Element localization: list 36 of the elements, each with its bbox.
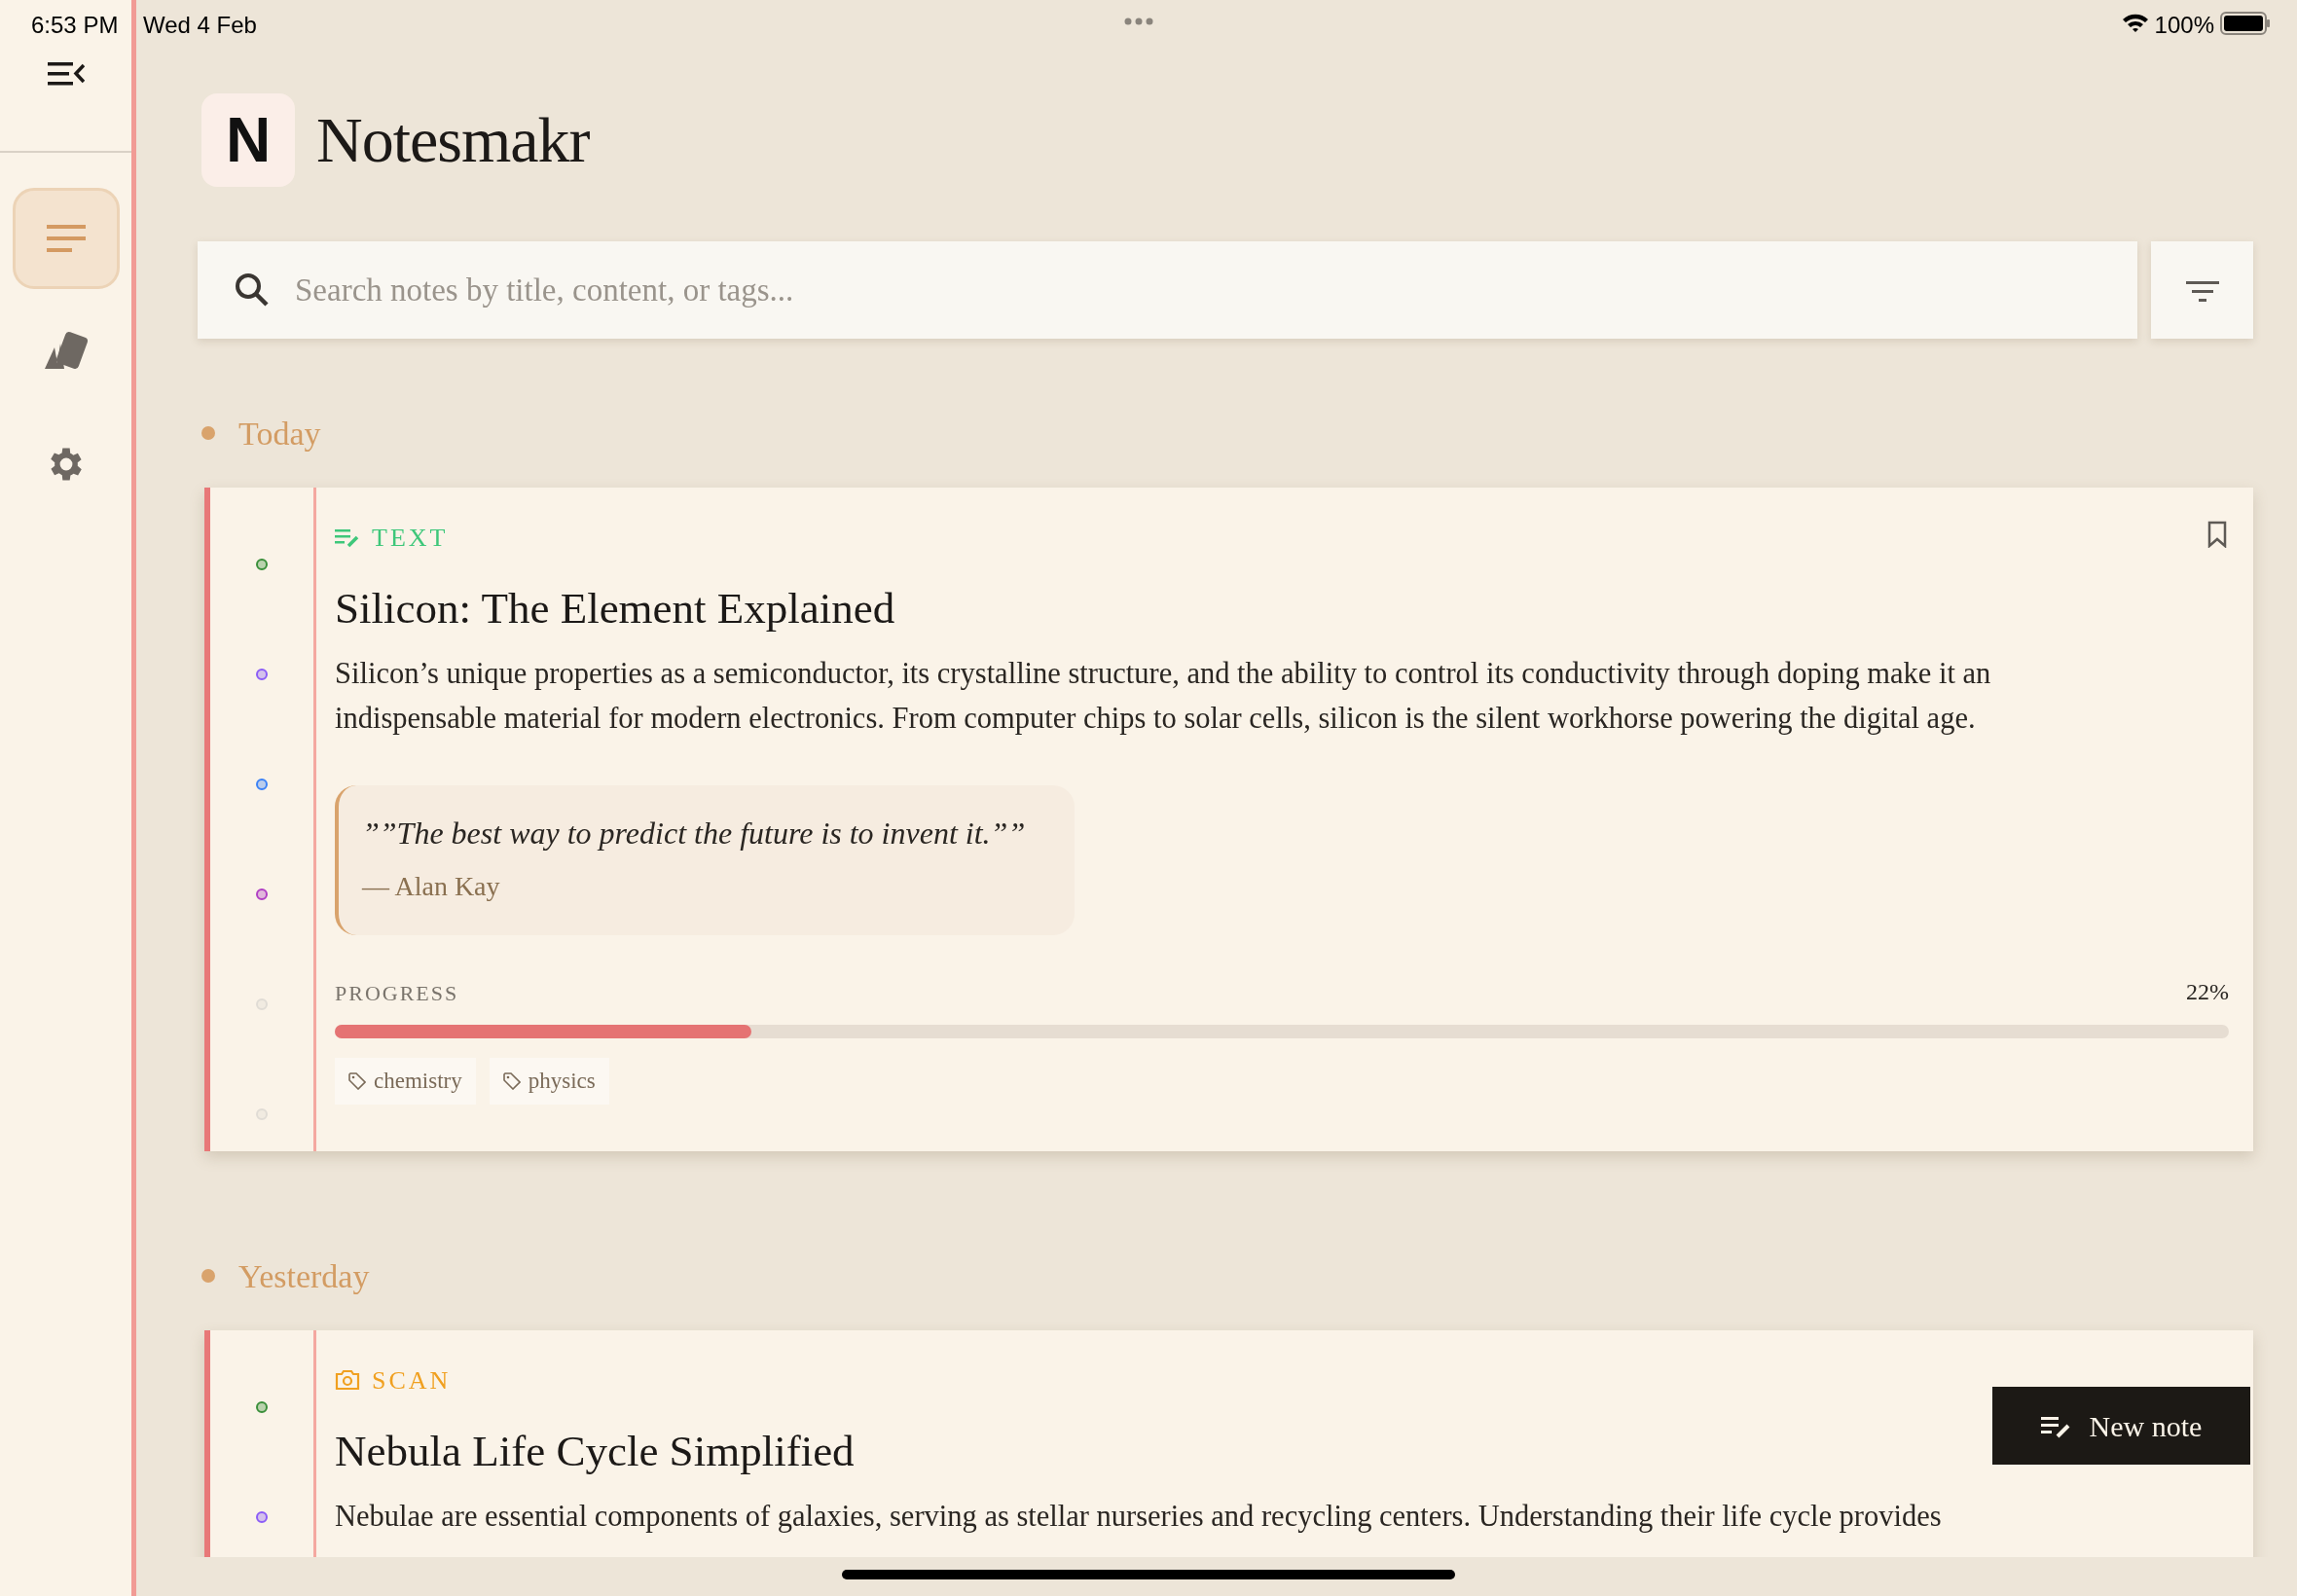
- camera-icon: [335, 1369, 360, 1391]
- app-logo: N: [201, 93, 295, 187]
- wifi-icon: [2122, 12, 2149, 33]
- status-time: 6:53 PM: [31, 11, 119, 40]
- note-title: Nebula Life Cycle Simplified: [335, 1426, 855, 1477]
- battery-icon: [2220, 12, 2271, 35]
- battery-percentage: 100%: [2154, 11, 2214, 40]
- note-title: Silicon: The Element Explained: [335, 583, 895, 635]
- search-icon: [235, 272, 270, 308]
- filter-icon: [2185, 278, 2219, 302]
- status-date: Wed 4 Feb: [143, 11, 257, 40]
- new-note-button[interactable]: New note: [1992, 1387, 2250, 1465]
- progress-label: PROGRESS: [335, 980, 459, 1007]
- lines-nav-button[interactable]: [12, 188, 120, 289]
- section-heading: Today: [238, 414, 321, 453]
- quote-author: — Alan Kay: [362, 870, 501, 903]
- pencil-lines-icon: [335, 526, 360, 548]
- more-icon[interactable]: [1124, 17, 1153, 26]
- tag-chip[interactable]: physics: [489, 1058, 609, 1105]
- note-body: Silicon’s unique properties as a semiconductor, its crystalline structure, and the ability to control its conductivity through doping make it an indispensable material for modern electronics. From computer chips to solar cells, silicon is the silent workhorse powering the digital age.: [335, 656, 1992, 737]
- section-heading: Yesterday: [238, 1256, 370, 1296]
- tag-icon: [348, 1072, 366, 1090]
- section-bullet-icon: [201, 1269, 215, 1283]
- tag-chip[interactable]: chemistry: [335, 1058, 476, 1105]
- tag-icon: [502, 1072, 521, 1090]
- progress-value: 22%: [2186, 978, 2229, 1006]
- app-title: Notesmakr: [316, 108, 590, 172]
- bookmark-icon[interactable]: [2206, 521, 2228, 548]
- note-body: Nebulae are essential components of galaxies, serving as stellar nurseries and recycling centers. Understanding their life cycle provides: [335, 1499, 1943, 1535]
- quote-text: ””The best way to predict the future is to invent it.””: [362, 815, 1027, 852]
- note-type-label: TEXT: [372, 522, 449, 554]
- search-field[interactable]: Search notes by title, content, or tags...: [198, 241, 2137, 339]
- note-type-label: SCAN: [372, 1364, 452, 1396]
- section-bullet-icon: [201, 426, 215, 440]
- lines-icon: [46, 224, 86, 253]
- note-card[interactable]: [204, 488, 2253, 1151]
